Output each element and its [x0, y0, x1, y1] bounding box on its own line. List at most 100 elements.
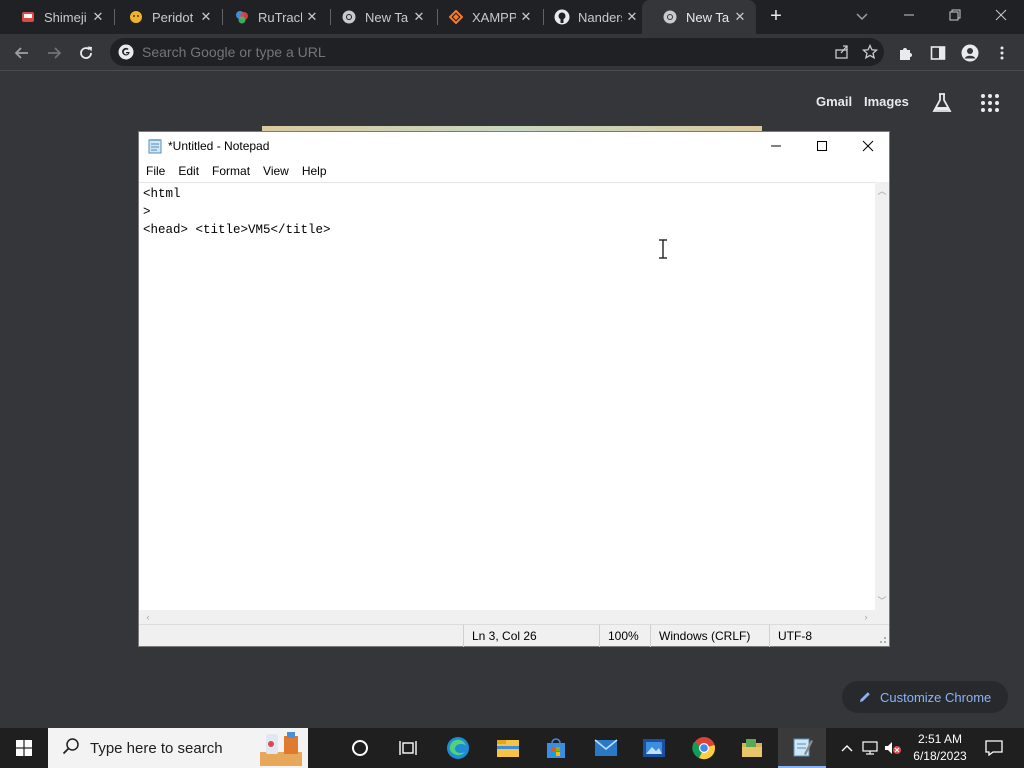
- extensions-button[interactable]: [892, 39, 920, 67]
- omnibox[interactable]: [110, 38, 884, 66]
- store-icon: [547, 738, 565, 758]
- menu-file[interactable]: File: [146, 164, 165, 178]
- pencil-icon: [860, 692, 870, 702]
- restore-button[interactable]: [932, 0, 978, 30]
- close-icon[interactable]: ✕: [90, 9, 106, 25]
- volume-button[interactable]: [882, 728, 904, 768]
- notepad-titlebar[interactable]: *Untitled - Notepad: [139, 132, 889, 160]
- minimize-icon: [904, 14, 914, 16]
- media-player-button[interactable]: [630, 728, 678, 768]
- avatar-icon: [961, 44, 979, 62]
- gmail-link[interactable]: Gmail: [816, 94, 852, 109]
- search-icon: [62, 737, 80, 759]
- tab-peridot[interactable]: Peridot ✕: [108, 0, 222, 34]
- close-icon[interactable]: ✕: [732, 9, 748, 25]
- chrome-icon: [692, 737, 715, 760]
- labs-button[interactable]: [930, 91, 954, 115]
- folder-app-icon: [742, 739, 762, 757]
- flask-icon: [932, 93, 952, 112]
- address-input[interactable]: [142, 44, 828, 60]
- tab-new-tab-active[interactable]: New Tab ✕: [642, 0, 756, 34]
- menu-format[interactable]: Format: [212, 164, 250, 178]
- tab-title: New Tab: [686, 9, 730, 25]
- tab-title: XAMPP: [472, 9, 516, 25]
- star-icon[interactable]: [856, 38, 884, 66]
- back-button[interactable]: [9, 40, 35, 66]
- cortana-button[interactable]: [336, 728, 384, 768]
- file-explorer-button[interactable]: [484, 728, 532, 768]
- apps-button[interactable]: [978, 91, 1002, 115]
- share-icon[interactable]: [828, 38, 856, 66]
- status-bar: Ln 3, Col 26 100% Windows (CRLF) UTF-8: [139, 624, 889, 647]
- customize-chrome-button[interactable]: Customize Chrome: [842, 681, 1008, 713]
- store-button[interactable]: [532, 728, 580, 768]
- start-button[interactable]: [0, 728, 48, 768]
- notepad-minimize-button[interactable]: [753, 132, 799, 160]
- horizontal-scrollbar[interactable]: ‹ ›: [139, 610, 875, 624]
- reload-icon: [80, 46, 92, 59]
- chevron-right-icon[interactable]: ›: [859, 610, 873, 624]
- close-icon[interactable]: ✕: [198, 9, 214, 25]
- notification-center-button[interactable]: [978, 728, 1010, 768]
- images-link[interactable]: Images: [864, 94, 909, 109]
- chrome-taskbar-button[interactable]: [680, 728, 728, 768]
- notepad-close-button[interactable]: [845, 132, 891, 160]
- browser-toolbar: [0, 34, 1024, 71]
- tab-github[interactable]: Nanderson ✕: [534, 0, 648, 34]
- minimize-button[interactable]: [886, 0, 932, 30]
- close-window-button[interactable]: [978, 0, 1024, 30]
- network-button[interactable]: [860, 728, 880, 768]
- notepad-icon: [147, 138, 163, 154]
- vertical-scrollbar[interactable]: ︿ ﹀: [875, 182, 889, 610]
- tab-xampp[interactable]: XAMPP ✕: [428, 0, 542, 34]
- chevron-down-icon[interactable]: ﹀: [875, 594, 889, 608]
- edge-button[interactable]: [434, 728, 482, 768]
- show-hidden-icons-button[interactable]: [838, 728, 856, 768]
- status-zoom: 100%: [599, 625, 650, 647]
- close-icon[interactable]: ✕: [518, 9, 534, 25]
- tab-rutracker[interactable]: RuTracker ✕: [214, 0, 328, 34]
- menu-edit[interactable]: Edit: [178, 164, 199, 178]
- folder-app-button[interactable]: [728, 728, 776, 768]
- close-icon[interactable]: ✕: [624, 9, 640, 25]
- mail-icon: [594, 739, 618, 756]
- menu-button[interactable]: [988, 39, 1016, 67]
- new-tab-button[interactable]: +: [764, 5, 788, 29]
- menu-help[interactable]: Help: [302, 164, 327, 178]
- chevron-down-icon: [856, 13, 868, 21]
- file-explorer-icon: [497, 740, 519, 757]
- tab-search-button[interactable]: [852, 8, 872, 26]
- forward-button[interactable]: [41, 40, 67, 66]
- close-icon[interactable]: ✕: [304, 9, 320, 25]
- notepad-maximize-button[interactable]: [799, 132, 845, 160]
- profile-button[interactable]: [956, 39, 984, 67]
- side-panel-icon: [930, 46, 946, 60]
- chevron-up-icon[interactable]: ︿: [875, 184, 889, 198]
- status-line-ending: Windows (CRLF): [650, 625, 769, 647]
- mail-button[interactable]: [582, 728, 630, 768]
- notepad-icon: [793, 738, 813, 757]
- chevron-left-icon[interactable]: ‹: [141, 610, 155, 624]
- apps-grid-icon: [981, 94, 999, 112]
- resize-grip-icon[interactable]: [877, 633, 887, 643]
- editor-area: <html > <head> <title>VM5</title>: [139, 182, 875, 610]
- tab-new-tab[interactable]: New Tab ✕: [321, 0, 435, 34]
- text-editor[interactable]: <html > <head> <title>VM5</title>: [143, 185, 863, 605]
- xampp-icon: [448, 9, 464, 25]
- menu-view[interactable]: View: [263, 164, 289, 178]
- kebab-menu-icon: [1000, 46, 1004, 60]
- tab-title: RuTracker: [258, 9, 302, 25]
- status-cursor-position: Ln 3, Col 26: [463, 625, 599, 647]
- notepad-taskbar-button[interactable]: [778, 728, 826, 768]
- system-clock[interactable]: 2:51 AM 6/18/2023: [906, 731, 974, 765]
- close-icon[interactable]: ✕: [411, 9, 427, 25]
- tab-shimeji[interactable]: Shimeji ✕: [0, 0, 114, 34]
- chrome-icon: [662, 9, 678, 25]
- task-view-button[interactable]: [384, 728, 432, 768]
- scrollbar-corner: [875, 610, 889, 624]
- reload-button[interactable]: [73, 40, 99, 66]
- arrow-left-icon: [14, 47, 28, 59]
- tab-strip: Shimeji ✕ Peridot ✕ RuTracker ✕ New Tab …: [0, 0, 1024, 34]
- taskbar-search[interactable]: Type here to search: [48, 728, 308, 768]
- side-panel-button[interactable]: [924, 39, 952, 67]
